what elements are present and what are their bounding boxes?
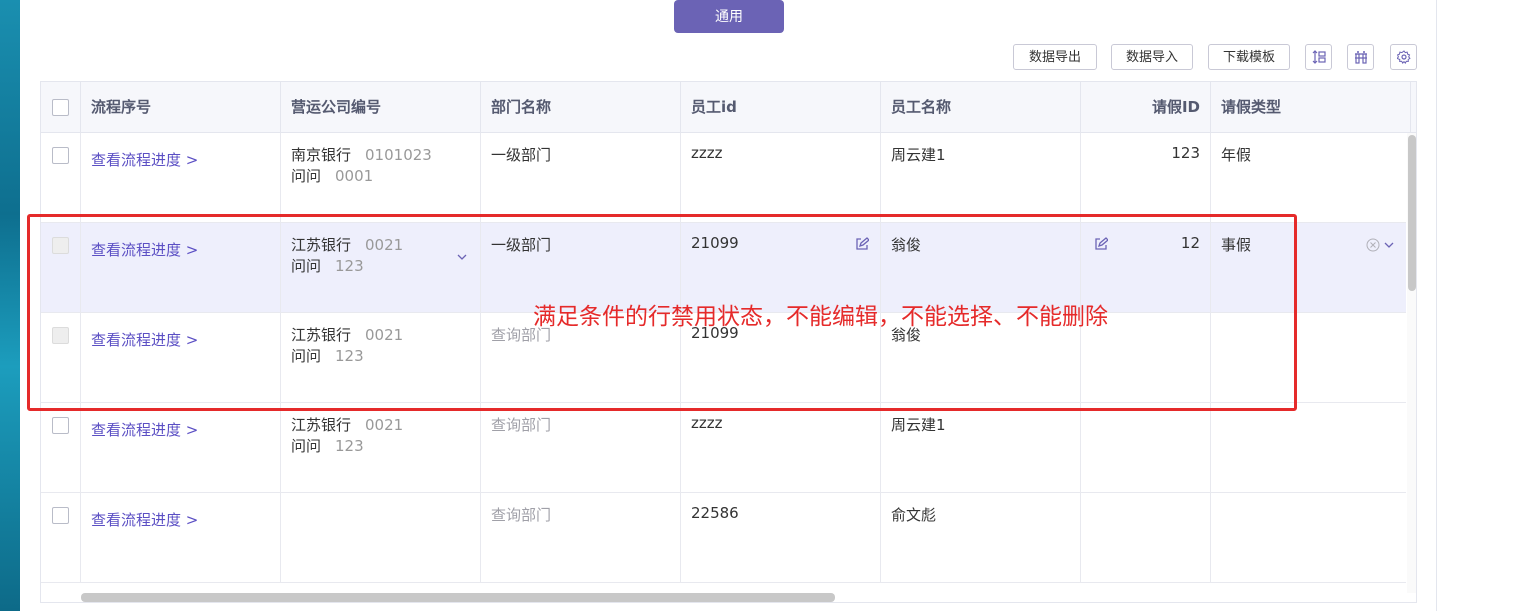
table-row: 查看流程进度 > 江苏银行 0021 问问 123 查询部门 zzzz 周云建1	[41, 403, 1406, 493]
header-dept-name: 部门名称	[481, 82, 681, 133]
leave-type-cell	[1211, 403, 1406, 493]
panel-divider	[1436, 0, 1437, 611]
leave-id-cell	[1081, 403, 1211, 493]
column-settings-icon	[1354, 51, 1367, 64]
emp-id-cell: zzzz	[681, 133, 881, 223]
flow-cell: 查看流程进度 >	[81, 403, 281, 493]
import-button[interactable]: 数据导入	[1111, 44, 1193, 70]
header-emp-id: 员工id	[681, 82, 881, 133]
dept-cell: 查询部门	[481, 493, 681, 583]
tab-general[interactable]: 通用	[674, 0, 784, 33]
header-leave-type: 请假类型	[1211, 82, 1411, 133]
company-name: 江苏银行	[291, 416, 352, 434]
header-flow-no: 流程序号	[81, 82, 281, 133]
select-all-checkbox[interactable]	[52, 99, 69, 116]
horizontal-scrollbar[interactable]	[81, 593, 835, 602]
emp-id-cell: 22586	[681, 493, 881, 583]
download-template-button[interactable]: 下载模板	[1208, 44, 1290, 70]
column-height-button[interactable]	[1305, 44, 1332, 70]
company-code: 0021	[365, 416, 404, 434]
column-height-icon	[1312, 50, 1326, 64]
dept-cell: 查询部门	[481, 403, 681, 493]
flow-cell: 查看流程进度 >	[81, 493, 281, 583]
header-select-cell	[41, 82, 81, 133]
gear-icon	[1396, 50, 1411, 64]
emp-id-cell: zzzz	[681, 403, 881, 493]
table-header: 流程序号 营运公司编号 部门名称 员工id 员工名称 请假ID 请假类型	[41, 82, 1416, 133]
company-name: 问问	[291, 437, 322, 455]
vertical-scrollbar[interactable]	[1408, 135, 1416, 291]
company-code: 0001	[335, 167, 374, 185]
company-cell: 江苏银行 0021 问问 123	[281, 403, 481, 493]
leave-type-cell: 年假	[1221, 146, 1252, 164]
select-cell	[41, 493, 81, 583]
select-cell	[41, 133, 81, 223]
row-checkbox[interactable]	[52, 147, 69, 164]
header-emp-name: 员工名称	[881, 82, 1081, 133]
select-cell	[41, 403, 81, 493]
company-cell: 南京银行 0101023 问问 0001	[281, 133, 481, 223]
row-checkbox[interactable]	[52, 507, 69, 524]
header-leave-id: 请假ID	[1081, 82, 1211, 133]
view-progress-link[interactable]: 查看流程进度 >	[91, 419, 198, 440]
table-row: 查看流程进度 > 查询部门 22586 俞文彪	[41, 493, 1406, 583]
background-strip	[0, 0, 20, 611]
company-code: 0101023	[365, 146, 432, 164]
emp-name-cell: 周云建1	[881, 133, 1081, 223]
chevron-down-icon[interactable]	[1383, 239, 1395, 251]
view-progress-link[interactable]: 查看流程进度 >	[91, 149, 198, 170]
leave-id-cell: 123	[1081, 133, 1211, 223]
emp-name-cell: 俞文彪	[881, 493, 1081, 583]
header-company-code: 营运公司编号	[281, 82, 481, 133]
emp-name-cell: 周云建1	[881, 403, 1081, 493]
leave-id-cell	[1081, 493, 1211, 583]
column-settings-button[interactable]	[1347, 44, 1374, 70]
view-progress-link[interactable]: 查看流程进度 >	[91, 509, 198, 530]
company-name: 问问	[291, 167, 322, 185]
settings-button[interactable]	[1390, 44, 1417, 70]
table-row: 查看流程进度 > 南京银行 0101023 问问 0001 一级部门 zzzz 周云…	[41, 133, 1406, 223]
clear-icon[interactable]	[1366, 238, 1380, 252]
dept-cell: 一级部门	[481, 133, 681, 223]
company-name: 南京银行	[291, 146, 352, 164]
row-checkbox[interactable]	[52, 417, 69, 434]
export-button[interactable]: 数据导出	[1013, 44, 1097, 70]
annotation-text: 满足条件的行禁用状态，不能编辑，不能选择、不能删除	[533, 304, 1108, 330]
company-cell	[281, 493, 481, 583]
flow-cell: 查看流程进度 >	[81, 133, 281, 223]
company-code: 123	[335, 437, 364, 455]
leave-type-cell	[1211, 493, 1406, 583]
